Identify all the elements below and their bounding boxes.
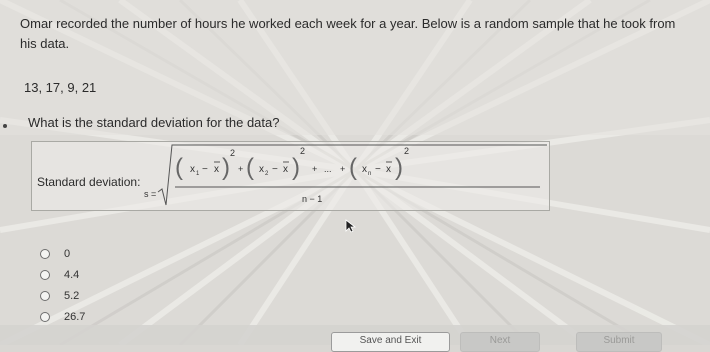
formula-equals: = — [151, 189, 156, 199]
formula-label: Standard deviation: — [37, 175, 141, 189]
choice-5-2[interactable]: 5.2 — [40, 285, 85, 306]
formula-sub1: 1 — [196, 171, 200, 177]
svg-text:(: ( — [246, 154, 254, 181]
formula-xn: x — [362, 164, 367, 175]
radio-button[interactable] — [40, 311, 50, 322]
question-text: What is the standard deviation for the d… — [28, 115, 280, 130]
svg-text:): ) — [395, 154, 403, 181]
svg-text:): ) — [222, 154, 230, 181]
choice-4-4[interactable]: 4.4 — [40, 264, 85, 285]
standard-deviation-formula: s = ( x 1 − x ) 2 + ( x 2 − x ) 2 + ... … — [144, 144, 547, 206]
formula-minus-2: − — [272, 164, 278, 175]
radio-button[interactable] — [40, 290, 50, 301]
formula-xbar-n: x — [386, 164, 391, 175]
bullet-dot — [3, 124, 7, 128]
formula-minus-1: − — [202, 164, 208, 175]
formula-subn: n — [368, 171, 371, 177]
choice-label: 0 — [64, 247, 71, 260]
formula-plus-3: + — [340, 164, 345, 174]
formula-xbar-1: x — [214, 164, 219, 175]
radio-button[interactable] — [40, 269, 50, 280]
svg-text:(: ( — [175, 154, 183, 181]
formula-plus-1: + — [238, 164, 243, 174]
formula-plus-2: + — [312, 164, 317, 174]
formula-box: Standard deviation: s = ( x 1 − x ) 2 + … — [31, 141, 550, 211]
formula-square-1: 2 — [230, 148, 235, 158]
choice-26-7[interactable]: 26.7 — [40, 306, 85, 327]
choice-label: 5.2 — [64, 289, 80, 302]
formula-square-2: 2 — [300, 146, 305, 156]
problem-text: Omar recorded the number of hours he wor… — [20, 16, 676, 51]
submit-button[interactable]: Submit — [576, 332, 662, 352]
formula-ellipsis: ... — [324, 164, 332, 174]
formula-xbar-2: x — [283, 164, 288, 175]
formula-x1: x — [190, 164, 195, 175]
sample-data: 13, 17, 9, 21 — [24, 80, 97, 95]
choice-0[interactable]: 0 — [40, 243, 85, 264]
next-button[interactable]: Next — [460, 332, 540, 352]
mouse-cursor-icon — [345, 219, 357, 233]
radio-button[interactable] — [40, 248, 50, 259]
formula-s: s — [144, 189, 149, 199]
formula-sub2: 2 — [265, 171, 269, 177]
choice-label: 26.7 — [64, 310, 86, 323]
svg-text:(: ( — [349, 154, 357, 181]
formula-x2: x — [259, 164, 264, 175]
save-and-exit-button[interactable]: Save and Exit — [331, 332, 450, 352]
formula-square-n: 2 — [404, 146, 409, 156]
formula-minus-n: − — [375, 164, 381, 175]
choice-label: 4.4 — [64, 268, 80, 281]
svg-text:): ) — [292, 154, 300, 181]
formula-denominator: n − 1 — [302, 194, 322, 204]
answer-choices: 0 4.4 5.2 26.7 — [40, 243, 85, 327]
